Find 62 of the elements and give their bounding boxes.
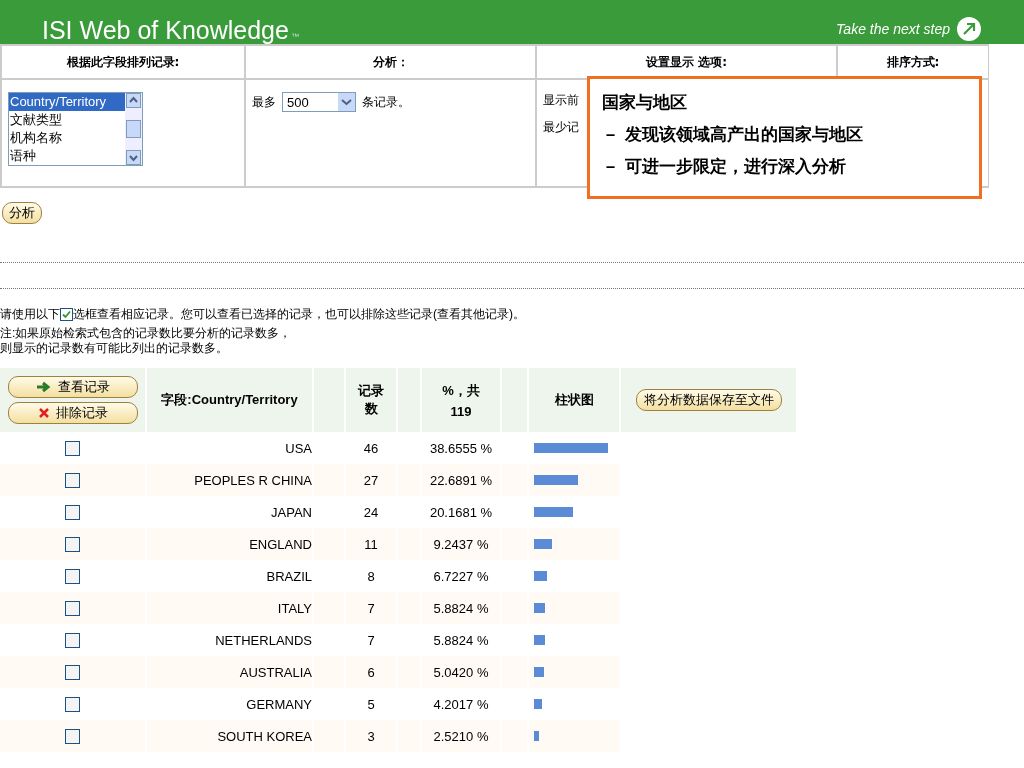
column-header: 柱状图 [554, 391, 594, 409]
percent-cell: 5.8824 % [422, 592, 500, 624]
note-text: 注:如果原始检索式包含的记录数比要分析的记录数多， [0, 326, 293, 341]
country-cell: SOUTH KOREA [147, 720, 312, 752]
arrow-icon [35, 381, 52, 393]
row-checkbox[interactable] [65, 696, 80, 712]
exclude-records-button[interactable]: 排除记录 [7, 402, 138, 424]
tagline: Take the next step [836, 21, 950, 37]
list-option[interactable]: Country/Territory [9, 93, 125, 111]
note-text: 则显示的记录数有可能比列出的记录数多。 [0, 341, 229, 356]
field-listbox[interactable]: Country/Territory 文献类型 机构名称 语种 [8, 92, 143, 166]
callout-point: － 发现该领域高产出的国家与地区 [602, 123, 864, 146]
country-cell: PEOPLES R CHINA [147, 464, 312, 496]
site-title: ISI Web of Knowledge [42, 16, 289, 44]
display-label: 最少记 [543, 119, 579, 136]
row-checkbox[interactable] [65, 600, 80, 616]
max-records-select[interactable]: 500 [282, 92, 356, 112]
checkbox-icon [60, 308, 73, 321]
scroll-up-icon[interactable] [126, 93, 141, 108]
count-cell: 7 [346, 592, 396, 624]
row-checkbox[interactable] [65, 440, 80, 456]
max-label: 最多 [252, 93, 276, 111]
row-checkbox[interactable] [65, 536, 80, 552]
column-header: 排序方式: [838, 46, 988, 78]
country-cell: AUSTRALIA [147, 656, 312, 688]
dropdown-icon [338, 93, 355, 111]
count-cell: 3 [346, 720, 396, 752]
row-checkbox[interactable] [65, 504, 80, 520]
percent-cell: 2.5210 % [422, 720, 500, 752]
country-cell: ENGLAND [147, 528, 312, 560]
count-cell: 6 [346, 656, 396, 688]
row-checkbox[interactable] [65, 728, 80, 744]
count-cell: 11 [346, 528, 396, 560]
country-cell: ITALY [147, 592, 312, 624]
row-checkbox[interactable] [65, 472, 80, 488]
display-label: 显示前 [543, 92, 579, 109]
column-header: %，共 [442, 381, 480, 400]
scroll-thumb[interactable] [126, 120, 141, 138]
column-header: 分析： [246, 46, 535, 78]
row-checkbox[interactable] [65, 664, 80, 680]
row-checkbox[interactable] [65, 568, 80, 584]
percent-cell: 22.6891 % [422, 464, 500, 496]
percent-cell: 9.2437 % [422, 528, 500, 560]
note-text: 选框查看相应记录。您可以查看已选择的记录，也可以排除这些记录(查看其他记录)。 [73, 307, 525, 322]
callout-point: － 可进一步限定，进行深入分析 [602, 155, 847, 178]
callout-title: 国家与地区 [602, 91, 688, 114]
column-header: 根据此字段排列记录: [2, 46, 244, 78]
records-label: 条记录。 [362, 93, 410, 111]
column-header: 设置显示 选项: [537, 46, 836, 78]
row-checkbox[interactable] [65, 632, 80, 648]
total-count: 119 [450, 403, 472, 419]
scroll-down-icon[interactable] [126, 150, 141, 165]
view-records-button[interactable]: 查看记录 [7, 376, 138, 398]
note-text: 请使用以下 [0, 307, 60, 322]
analyze-button[interactable]: 分析 [2, 202, 42, 224]
percent-cell: 5.0420 % [422, 656, 500, 688]
cross-icon [37, 407, 50, 419]
save-to-file-button[interactable]: 将分析数据保存至文件 [635, 389, 782, 411]
count-cell: 27 [346, 464, 396, 496]
column-header: 字段:Country/Territory [161, 391, 298, 409]
column-header: 记录数 [357, 382, 385, 418]
trademark: ™ [290, 32, 299, 41]
